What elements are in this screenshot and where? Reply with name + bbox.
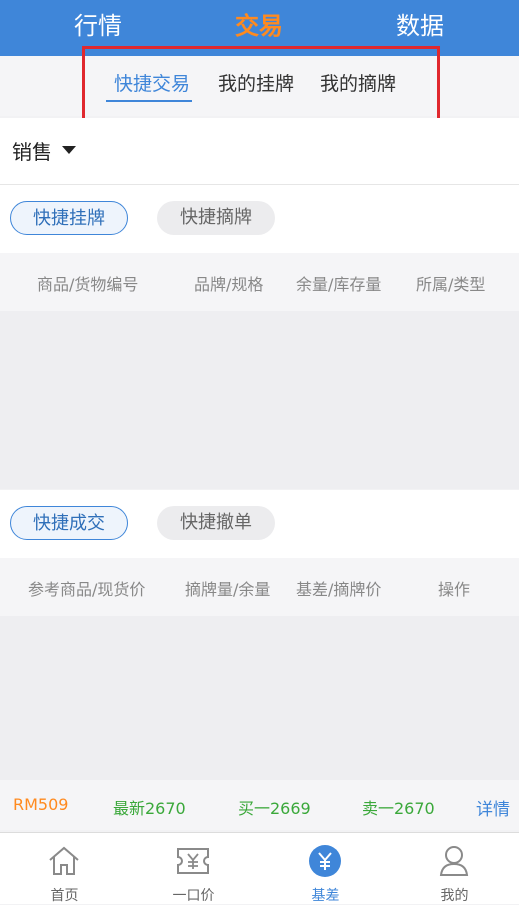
deal-table-body xyxy=(0,616,519,780)
deal-table-header: 参考商品/现货价 摘牌量/余量 基差/摘牌价 操作 xyxy=(0,558,519,616)
ticker-latest-price: 最新2670 xyxy=(113,799,186,818)
ticker-detail-link[interactable]: 详情 xyxy=(476,795,510,820)
column-header: 操作 xyxy=(438,580,471,599)
nav-basis-label: 基差 xyxy=(311,888,340,904)
quick-cancel-button[interactable]: 快捷撤单 xyxy=(157,506,275,540)
tab-data[interactable]: 数据 xyxy=(396,8,444,44)
ticker-bid-price: 买一2669 xyxy=(238,799,311,818)
quick-listing-button[interactable]: 快捷挂牌 xyxy=(10,201,128,235)
nav-mine-label: 我的 xyxy=(440,888,469,904)
price-ticker: RM509 最新2670 买一2669 卖一2670 详情 xyxy=(0,780,519,830)
tab-trade[interactable]: 交易 xyxy=(235,8,283,44)
column-header: 参考商品/现货价 xyxy=(28,580,146,599)
nav-fixed-price-label: 一口价 xyxy=(172,888,215,904)
column-header: 基差/摘牌价 xyxy=(296,580,382,599)
column-header: 品牌/规格 xyxy=(194,275,264,294)
deal-section-header: 快捷成交 快捷撤单 xyxy=(0,490,519,558)
nav-mine[interactable]: 我的 xyxy=(390,833,519,904)
home-icon xyxy=(49,846,79,875)
column-header: 商品/货物编号 xyxy=(37,275,139,294)
quick-deal-button[interactable]: 快捷成交 xyxy=(10,506,128,540)
ticker-ask-price: 卖一2670 xyxy=(362,799,435,818)
nav-home[interactable]: 首页 xyxy=(0,833,129,904)
listing-section-header: 快捷挂牌 快捷摘牌 xyxy=(0,185,519,253)
nav-fixed-price[interactable]: 一口价 xyxy=(129,833,258,904)
yen-circle-icon xyxy=(309,845,341,877)
listing-table-header: 商品/货物编号 品牌/规格 余量/库存量 所属/类型 xyxy=(0,253,519,311)
tab-market[interactable]: 行情 xyxy=(74,8,122,44)
quick-delisting-button[interactable]: 快捷摘牌 xyxy=(157,201,275,235)
nav-home-label: 首页 xyxy=(50,888,79,904)
column-header: 余量/库存量 xyxy=(296,275,382,294)
listing-table-body xyxy=(0,311,519,489)
sales-selector[interactable]: 销售 xyxy=(0,118,519,185)
ticket-yen-icon xyxy=(177,848,209,874)
sales-selector-label: 销售 xyxy=(12,140,52,164)
ticker-symbol: RM509 xyxy=(13,795,69,814)
column-header: 所属/类型 xyxy=(416,275,486,294)
bottom-navigation: 首页 一口价 基差 我的 xyxy=(0,832,519,904)
caret-down-icon xyxy=(62,146,76,154)
highlight-box xyxy=(82,46,440,124)
nav-basis[interactable]: 基差 xyxy=(261,833,390,904)
column-header: 摘牌量/余量 xyxy=(185,580,271,599)
user-icon xyxy=(439,846,469,876)
